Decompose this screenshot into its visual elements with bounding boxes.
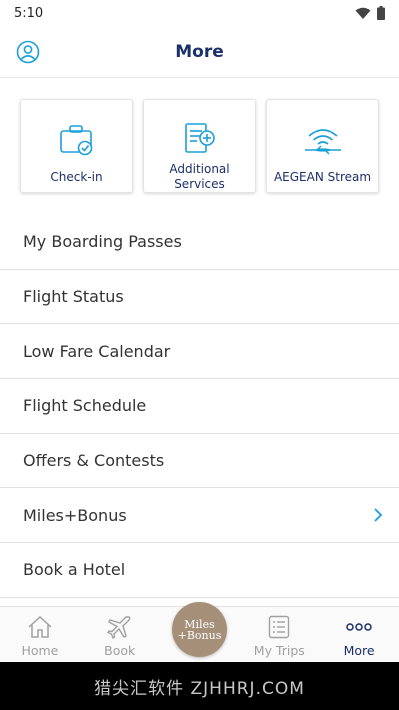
tab-label: More [343,643,375,658]
tab-label: Home [21,643,59,658]
check-in-card[interactable]: Check-in [20,99,133,193]
menu-item-label: Low Fare Calendar [23,341,171,361]
profile-button[interactable] [16,40,40,64]
miles-bonus-button[interactable]: Miles +Bonus [172,602,227,657]
aegean-stream-card[interactable]: AEGEAN Stream [266,99,379,193]
miles-bonus-logo-line1: Miles [184,617,215,631]
tab-book[interactable]: Book [80,607,160,662]
wifi-signal-icon [355,7,371,19]
list-icon [269,615,290,639]
plane-icon [106,616,131,639]
additional-services-label-line1: Additional [169,162,230,176]
menu-item-miles-bonus[interactable]: Miles+Bonus [0,488,399,544]
status-bar: 5:10 [0,0,399,26]
tab-label: My Trips [253,643,305,658]
aegean-stream-label: AEGEAN Stream [273,170,372,184]
tab-more[interactable]: More [319,607,399,662]
more-dots-icon [346,623,372,631]
app-header: More [0,26,399,78]
menu-item-label: My Boarding Passes [23,232,182,252]
status-time: 5:10 [14,5,44,21]
menu-item-label: Miles+Bonus [23,505,127,525]
user-profile-icon [16,40,40,64]
menu-item-label: Flight Status [23,287,124,307]
status-icons [355,6,385,20]
menu-item-label: Book a Hotel [23,560,126,580]
document-plus-icon [184,123,215,153]
tab-home[interactable]: Home [0,607,80,662]
tab-my-trips[interactable]: My Trips [239,607,319,662]
tab-label: Book [104,643,136,658]
miles-bonus-logo-line2: +Bonus [177,628,222,642]
menu-item-label: Offers & Contests [23,451,165,471]
watermark-text: 猎尖汇软件 ZJHHRJ.COM [94,678,305,699]
menu-item-book-a-hotel[interactable]: Book a Hotel [0,543,399,598]
menu-item-flight-status[interactable]: Flight Status [0,270,399,325]
additional-services-card[interactable]: Additional Services [143,99,256,193]
page-title: More [175,41,224,62]
menu-item-my-boarding-passes[interactable]: My Boarding Passes [0,215,399,270]
chevron-right-icon [374,508,383,522]
suitcase-check-icon [59,125,92,156]
system-nav-bar: 猎尖汇软件 ZJHHRJ.COM [0,662,399,710]
additional-services-label-line2: Services [174,177,225,191]
check-in-label: Check-in [50,170,103,184]
menu-item-low-fare-calendar[interactable]: Low Fare Calendar [0,324,399,380]
home-icon [28,615,52,638]
battery-icon [377,6,385,20]
menu-item-flight-schedule[interactable]: Flight Schedule [0,379,399,434]
wifi-plane-icon [304,129,341,155]
menu-item-offers-contests[interactable]: Offers & Contests [0,434,399,489]
additional-services-label: Additional Services [169,162,229,192]
menu-list: My Boarding Passes Flight Status Low Far… [0,215,399,598]
menu-item-label: Flight Schedule [23,396,147,416]
quick-actions: Check-in Additional Services AEGEAN Stre… [0,78,399,215]
